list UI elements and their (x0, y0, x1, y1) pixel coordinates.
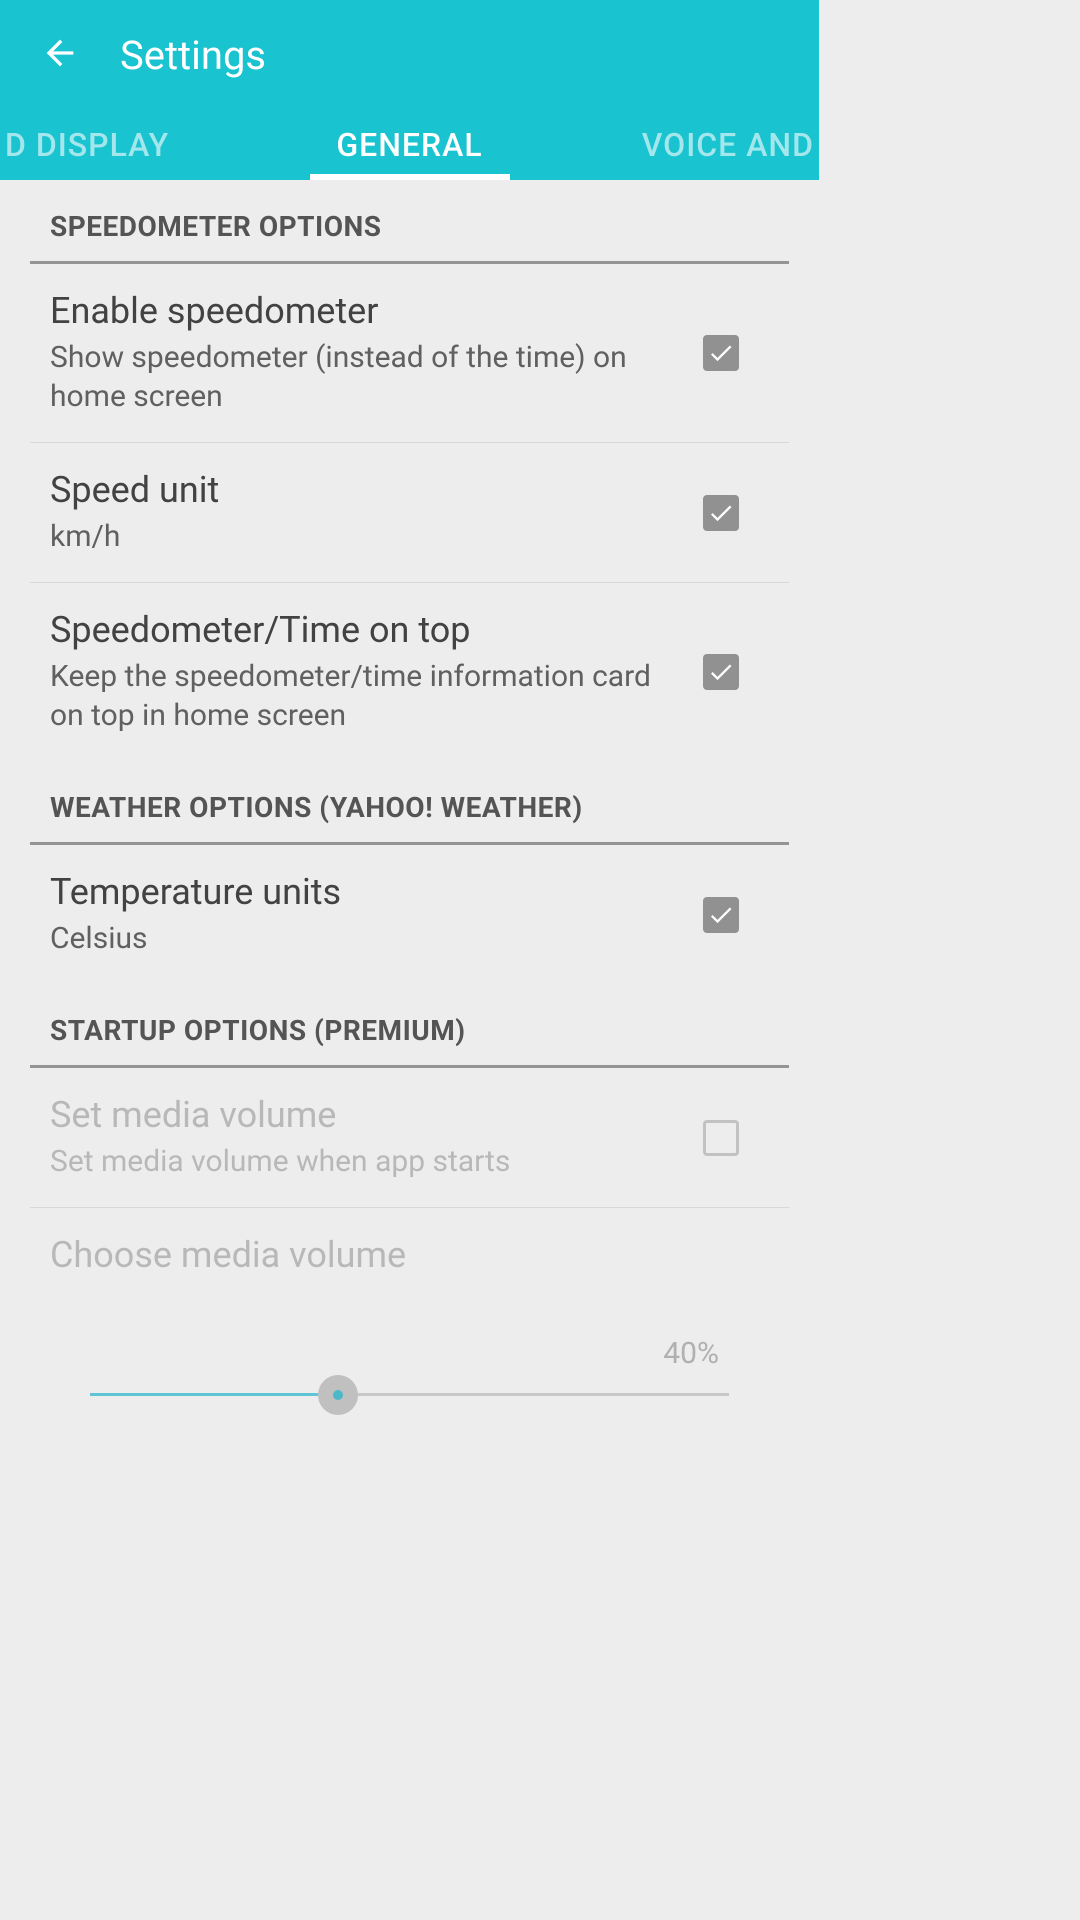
settings-content: SPEEDOMETER OPTIONS Enable speedometer S… (0, 180, 819, 1406)
checkbox-speedometer-ontop[interactable] (703, 654, 739, 690)
check-icon (707, 658, 735, 686)
back-button[interactable] (40, 33, 80, 77)
setting-text: Temperature units Celsius (50, 871, 703, 958)
tab-voice[interactable]: VOICE AND (622, 126, 834, 164)
setting-set-media-volume[interactable]: Set media volume Set media volume when a… (30, 1068, 789, 1208)
back-arrow-icon (40, 33, 80, 73)
slider-fill (90, 1393, 346, 1396)
setting-text: Speed unit km/h (50, 469, 703, 556)
setting-title: Speed unit (50, 469, 673, 511)
setting-subtitle: Set media volume when app starts (50, 1142, 673, 1181)
tab-display[interactable]: D DISPLAY (0, 126, 189, 164)
slider-track (90, 1393, 729, 1396)
setting-speedometer-ontop[interactable]: Speedometer/Time on top Keep the speedom… (30, 583, 789, 761)
section-header-startup: STARTUP OPTIONS (PREMIUM) (30, 984, 789, 1068)
setting-text: Enable speedometer Show speedometer (ins… (50, 290, 703, 416)
setting-text: Speedometer/Time on top Keep the speedom… (50, 609, 703, 735)
setting-subtitle: Show speedometer (instead of the time) o… (50, 338, 673, 416)
slider-thumb-inner (333, 1390, 343, 1400)
setting-subtitle: Celsius (50, 919, 673, 958)
setting-subtitle: Keep the speedometer/time information ca… (50, 657, 673, 735)
checkbox-enable-speedometer[interactable] (703, 335, 739, 371)
check-icon (707, 901, 735, 929)
setting-enable-speedometer[interactable]: Enable speedometer Show speedometer (ins… (30, 264, 789, 443)
setting-title: Speedometer/Time on top (50, 609, 673, 651)
check-icon (707, 339, 735, 367)
checkbox-speed-unit[interactable] (703, 495, 739, 531)
setting-choose-media-volume: Choose media volume 40% (30, 1208, 789, 1406)
setting-title: Enable speedometer (50, 290, 673, 332)
setting-text: Set media volume Set media volume when a… (50, 1094, 703, 1181)
volume-slider[interactable] (50, 1383, 769, 1406)
app-header: Settings (0, 0, 819, 110)
tab-indicator (310, 174, 510, 180)
volume-percent-label: 40% (50, 1336, 769, 1371)
check-icon (707, 499, 735, 527)
checkbox-set-media-volume[interactable] (703, 1120, 739, 1156)
setting-temperature-units[interactable]: Temperature units Celsius (30, 845, 789, 984)
checkbox-temperature-units[interactable] (703, 897, 739, 933)
page-title: Settings (120, 32, 266, 79)
tab-general[interactable]: GENERAL (316, 126, 502, 164)
slider-thumb[interactable] (318, 1375, 358, 1415)
setting-subtitle: km/h (50, 517, 673, 556)
setting-title: Set media volume (50, 1094, 673, 1136)
section-header-speedometer: SPEEDOMETER OPTIONS (30, 180, 789, 264)
section-header-weather: WEATHER OPTIONS (YAHOO! WEATHER) (30, 761, 789, 845)
setting-title: Choose media volume (50, 1234, 769, 1276)
setting-speed-unit[interactable]: Speed unit km/h (30, 443, 789, 583)
setting-title: Temperature units (50, 871, 673, 913)
tab-bar: D DISPLAY GENERAL VOICE AND (0, 110, 819, 180)
